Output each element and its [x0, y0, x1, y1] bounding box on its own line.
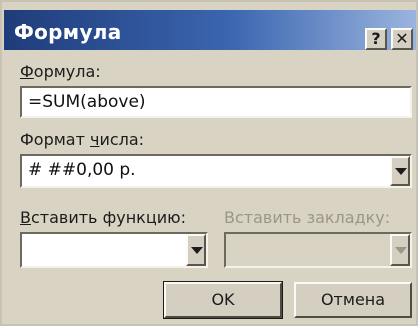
paste-bookmark-dropdown-button [390, 234, 410, 266]
number-format-dropdown-button[interactable] [390, 156, 410, 186]
formula-dialog: Формула ? ✕ Формула: =SUM(above) Формат … [0, 0, 418, 326]
paste-function-select[interactable] [20, 232, 208, 268]
chevron-down-icon [395, 247, 407, 254]
number-format-select[interactable]: # ##0,00 р. [20, 154, 412, 188]
formula-input[interactable]: =SUM(above) [20, 86, 412, 118]
help-icon: ? [371, 29, 381, 48]
formula-label: Формула: [20, 62, 101, 81]
paste-function-dropdown-button[interactable] [186, 234, 206, 266]
dialog-title: Формула [14, 20, 122, 44]
close-icon: ✕ [395, 29, 409, 48]
chevron-down-icon [395, 168, 407, 175]
close-button[interactable]: ✕ [391, 28, 413, 50]
ok-button[interactable]: OK [163, 281, 283, 319]
formula-input-value: =SUM(above) [28, 92, 146, 112]
help-button[interactable]: ? [365, 28, 387, 50]
number-format-label: Формат числа: [20, 130, 145, 149]
number-format-value: # ##0,00 р. [28, 160, 136, 180]
title-bar[interactable]: Формула ? ✕ [4, 10, 416, 50]
paste-function-label: Вставить функцию: [20, 208, 186, 227]
cancel-button[interactable]: Отмена [294, 282, 412, 318]
chevron-down-icon [191, 247, 203, 254]
paste-bookmark-label: Вставить закладку: [224, 208, 391, 227]
paste-bookmark-select [224, 232, 412, 268]
